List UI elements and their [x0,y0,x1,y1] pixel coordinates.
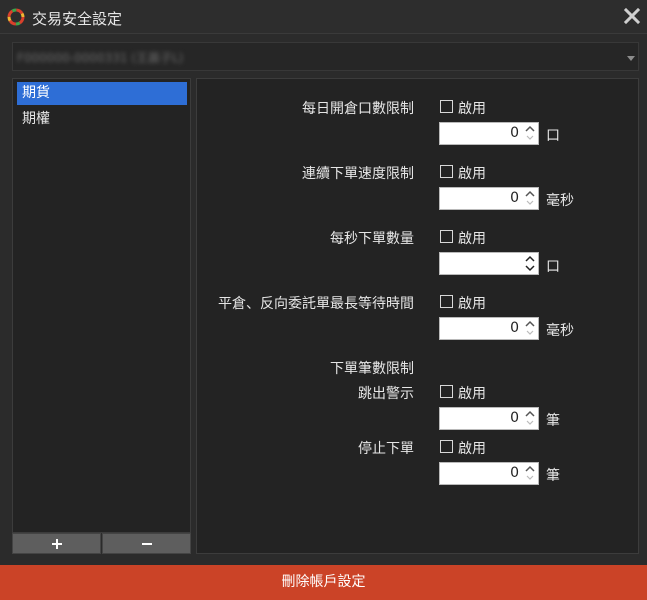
chevron-down-icon [627,56,635,61]
title-bar: 交易安全設定 [0,0,647,34]
order-speed-limit-unit: 毫秒 [546,193,574,209]
order-speed-limit-input[interactable]: 0 [439,187,539,210]
orders-per-second-input[interactable] [439,252,539,275]
minus-icon [142,543,152,545]
plus-icon [52,539,62,549]
order-count-stop-checkbox[interactable] [440,440,453,453]
spin-arrows-icon[interactable] [524,125,536,142]
order-speed-limit-value: 0 [510,190,519,206]
close-icon[interactable] [623,7,641,25]
order-count-limit-heading: 下單筆數限制 [330,361,414,377]
product-item-options[interactable]: 期權 [17,108,187,131]
orders-per-second-checkbox[interactable] [440,230,453,243]
orders-per-second-enable-label: 啟用 [458,231,486,247]
order-speed-limit-enable-label: 啟用 [458,166,486,182]
orders-per-second-label: 每秒下單數量 [330,231,414,247]
order-count-warning-value: 0 [510,410,519,426]
spin-arrows-icon[interactable] [524,255,536,272]
window-title: 交易安全設定 [32,10,123,28]
daily-open-limit-checkbox[interactable] [440,100,453,113]
order-count-stop-unit: 筆 [546,468,560,484]
order-count-stop-value: 0 [510,465,519,481]
delete-account-settings-button[interactable]: 刪除帳戶設定 [0,565,647,600]
app-logo-icon [7,8,25,26]
order-count-warning-checkbox[interactable] [440,385,453,398]
account-dropdown[interactable]: F000000-0000331 (王晨子L) [12,42,639,71]
order-count-stop-input[interactable]: 0 [439,462,539,485]
product-list: 期貨 期權 [12,78,191,533]
order-speed-limit-label: 連續下單速度限制 [302,166,414,182]
daily-open-limit-enable-label: 啟用 [458,101,486,117]
order-count-warning-label: 跳出警示 [358,386,414,402]
daily-open-limit-value: 0 [510,125,519,141]
max-wait-time-value: 0 [510,320,519,336]
spin-arrows-icon[interactable] [524,465,536,482]
max-wait-time-enable-label: 啟用 [458,296,486,312]
spin-arrows-icon[interactable] [524,410,536,427]
max-wait-time-input[interactable]: 0 [439,317,539,340]
max-wait-time-unit: 毫秒 [546,323,574,339]
spin-arrows-icon[interactable] [524,320,536,337]
orders-per-second-unit: 口 [546,259,560,275]
add-product-button[interactable] [12,533,101,554]
daily-open-limit-input[interactable]: 0 [439,122,539,145]
max-wait-time-checkbox[interactable] [440,295,453,308]
order-count-warning-unit: 筆 [546,413,560,429]
order-count-warning-input[interactable]: 0 [439,407,539,430]
daily-open-limit-unit: 口 [546,128,560,144]
order-speed-limit-checkbox[interactable] [440,165,453,178]
remove-product-button[interactable] [102,533,191,554]
max-wait-time-label: 平倉、反向委託單最長等待時間 [218,296,414,312]
account-value: F000000-0000331 (王晨子L) [17,51,184,65]
order-count-warning-enable-label: 啟用 [458,386,486,402]
spin-arrows-icon[interactable] [524,190,536,207]
daily-open-limit-label: 每日開倉口數限制 [302,101,414,117]
order-count-stop-label: 停止下單 [358,441,414,457]
product-item-futures[interactable]: 期貨 [17,82,187,105]
settings-panel: 每日開倉口數限制 啟用 0 口 連續下單速度限制 啟用 0 毫秒 每秒下單數量 … [196,78,639,554]
order-count-stop-enable-label: 啟用 [458,441,486,457]
